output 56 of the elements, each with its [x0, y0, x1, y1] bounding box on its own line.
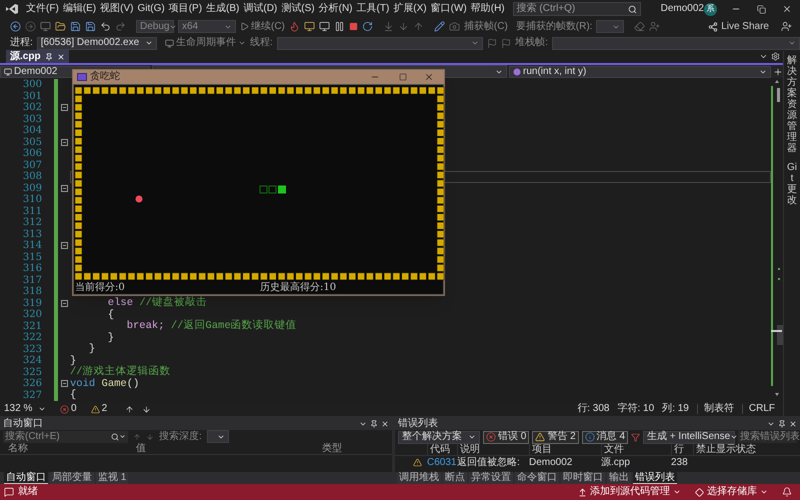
- code-line: {: [106, 310, 114, 320]
- panel-title: 自动窗口: [3, 419, 43, 429]
- line-number: 319: [22, 298, 43, 309]
- line-number: 305: [22, 136, 43, 148]
- table-cell-text: 源.cpp: [601, 458, 631, 468]
- line-number: 323: [22, 344, 43, 355]
- code-line: else //键盘被敲击: [106, 298, 207, 308]
- thread-label: 线程:: [250, 38, 273, 48]
- table-cell-text: 返回值被忽略:: [457, 458, 521, 468]
- line-number: 310: [22, 194, 43, 206]
- line-number: 325: [22, 366, 43, 378]
- frames-label: 要捕获的帧数(R):: [516, 22, 592, 32]
- process-label: 进程:: [10, 38, 33, 48]
- code-line: }: [70, 356, 76, 366]
- code-line: void Game(): [70, 378, 140, 389]
- line-number: 326: [22, 378, 43, 390]
- line-number: 321: [22, 320, 43, 332]
- line-number: 316: [22, 263, 43, 274]
- table-cell-text: Demo002: [529, 458, 574, 468]
- stack-frame-label: 堆栈帧:: [515, 38, 548, 48]
- column-indicator: 列: 19: [662, 404, 689, 414]
- solution-title: Demo002: [660, 4, 704, 14]
- line-number: 327: [22, 390, 43, 401]
- code-line: }: [106, 332, 114, 343]
- line-number: 318: [22, 286, 43, 298]
- line-number: 322: [22, 332, 43, 344]
- char-indicator: 字符: 10: [618, 404, 654, 414]
- line-number: 307: [22, 160, 43, 171]
- code-line: }: [88, 344, 96, 354]
- line-number: 303: [22, 114, 43, 125]
- line-number: 312: [22, 217, 43, 228]
- line-number: 324: [22, 355, 43, 366]
- line-number: 311: [22, 206, 43, 217]
- search-depth-label: 搜索深度:: [159, 432, 202, 442]
- line-number: 317: [22, 274, 43, 286]
- panel-title: 错误列表: [398, 419, 438, 429]
- window-title: 贪吃蛇: [90, 72, 120, 82]
- line-number: 308: [22, 171, 43, 182]
- code-line: //游戏主体逻辑函数: [70, 367, 171, 378]
- high-score-text: 历史最高得分:10: [260, 283, 336, 293]
- line-number: 313: [22, 228, 43, 240]
- line-number: 306: [22, 148, 43, 160]
- code-line: break; //返回Game函数读取键值: [126, 321, 297, 332]
- line-number: 314: [22, 240, 43, 252]
- line-number: 301: [22, 90, 43, 102]
- line-number: 309: [22, 182, 43, 194]
- status-message: 就绪: [18, 487, 38, 497]
- table-cell-text: 238: [671, 458, 689, 468]
- code-line: {: [70, 390, 76, 400]
- score-text: 当前得分:0: [74, 283, 126, 293]
- line-number: 302: [22, 102, 43, 114]
- line-number: 315: [22, 252, 43, 263]
- line-number: 304: [22, 125, 43, 136]
- line-indicator: 行: 308: [577, 404, 610, 414]
- line-number: 300: [22, 79, 43, 90]
- line-number: 320: [22, 309, 43, 320]
